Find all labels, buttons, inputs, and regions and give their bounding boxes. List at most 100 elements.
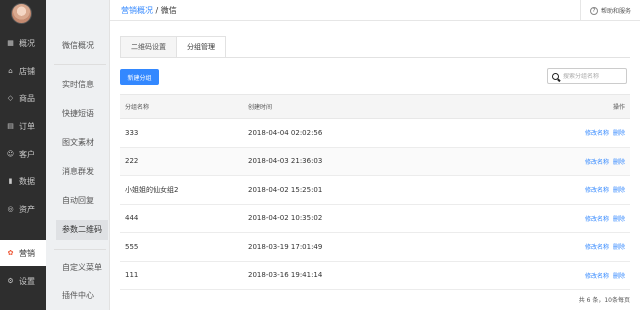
table-row: 222 2018-04-03 21:36:03 修改名称 删除: [120, 147, 630, 176]
edit-name-link[interactable]: 修改名称: [585, 187, 609, 194]
row-actions: 修改名称 删除: [530, 157, 630, 166]
table-row: 444 2018-04-02 10:35:02 修改名称 删除: [120, 205, 630, 233]
sidebar-item-data[interactable]: ▮ 数据: [0, 168, 46, 194]
table-header: 分组名称 创建时间 操作: [120, 94, 630, 119]
table-row: 小姐姐的仙女组2 2018-04-02 15:25:01 修改名称 删除: [120, 176, 630, 205]
search-box: [547, 68, 627, 84]
delete-link[interactable]: 删除: [613, 216, 625, 223]
group-name: 555: [125, 242, 139, 251]
created-time: 2018-04-03 21:36:03: [248, 157, 323, 166]
breadcrumb: 营销概况 / 微信: [121, 5, 177, 16]
help-label: 帮助和服务: [600, 8, 631, 15]
search-input[interactable]: [563, 72, 625, 80]
edit-name-link[interactable]: 修改名称: [585, 244, 609, 251]
new-group-button[interactable]: 新建分组: [120, 69, 159, 85]
sidebar-item-overview[interactable]: ▦ 概况: [0, 30, 46, 56]
group-name: 小姐姐的仙女组2: [125, 185, 179, 194]
group-name: 333: [125, 128, 139, 137]
table-row: 555 2018-03-19 17:01:49 修改名称 删除: [120, 233, 630, 262]
sidebar-item-label: 订单: [19, 121, 35, 131]
group-name: 222: [125, 157, 139, 166]
main-panel: 二维码设置 分组管理 新建分组 分组名称 创建时间 操作 333 2018-04…: [110, 21, 640, 310]
help-button[interactable]: ? 帮助和服务: [580, 0, 640, 21]
tab-qrcode-settings[interactable]: 二维码设置: [120, 36, 177, 58]
delete-link[interactable]: 删除: [613, 273, 625, 280]
sidebar-item-label: 客户: [19, 149, 35, 159]
marketing-icon: ✿: [7, 249, 14, 257]
chart-icon: ▮: [8, 177, 13, 185]
sidebar-item-settings[interactable]: ⚙ 设置: [0, 268, 46, 294]
subnav-divider: [54, 64, 106, 65]
group-name: 444: [125, 214, 139, 223]
edit-name-link[interactable]: 修改名称: [585, 159, 609, 166]
sidebar-item-store[interactable]: ⌂ 店铺: [0, 58, 46, 84]
tab-bar: 二维码设置 分组管理: [120, 36, 226, 58]
edit-name-link[interactable]: 修改名称: [585, 130, 609, 137]
breadcrumb-separator: /: [155, 6, 159, 15]
order-icon: ▤: [7, 122, 14, 130]
avatar[interactable]: [11, 3, 32, 24]
delete-link[interactable]: 删除: [613, 159, 625, 166]
pagination-info: 共 6 条，10条每页: [578, 297, 630, 304]
created-time: 2018-03-19 17:01:49: [248, 242, 323, 251]
asset-icon: ◎: [7, 205, 14, 213]
created-time: 2018-04-02 10:35:02: [248, 214, 323, 223]
subnav-item-auto-reply[interactable]: 自动回复: [56, 191, 108, 211]
dashboard-icon: ▦: [7, 39, 14, 47]
row-actions: 修改名称 删除: [530, 214, 630, 223]
table-row: 111 2018-03-16 19:41:14 修改名称 删除: [120, 262, 630, 290]
subnav-item-quick-phrases[interactable]: 快捷短语: [56, 104, 108, 124]
help-icon: ?: [589, 6, 598, 15]
group-name: 111: [125, 271, 139, 280]
sidebar-item-label: 设置: [19, 276, 35, 286]
settings-icon: ⚙: [7, 277, 14, 285]
created-time: 2018-03-16 19:41:14: [248, 271, 323, 280]
sidebar-item-assets[interactable]: ◎ 资产: [0, 196, 46, 222]
sidebar-item-label: 店铺: [19, 66, 35, 76]
sidebar-item-label: 资产: [19, 204, 35, 214]
tag-icon: ◇: [7, 94, 14, 102]
row-actions: 修改名称 删除: [530, 271, 630, 280]
sidebar-item-label: 概况: [19, 38, 35, 48]
subnav-item-broadcast[interactable]: 消息群发: [56, 162, 108, 182]
tab-group-management[interactable]: 分组管理: [176, 36, 226, 58]
delete-link[interactable]: 删除: [613, 130, 625, 137]
row-actions: 修改名称 删除: [530, 185, 630, 194]
column-header-actions: 操作: [612, 104, 625, 111]
sidebar-item-label: 营销: [19, 248, 35, 258]
table-row: 333 2018-04-04 02:02:56 修改名称 删除: [120, 119, 630, 148]
breadcrumb-current: 微信: [160, 6, 177, 15]
secondary-nav: 微信概况 实时信息 快捷短语 图文素材 消息群发 自动回复 参数二维码 自定义菜…: [46, 0, 110, 310]
sidebar-item-label: 商品: [19, 93, 35, 103]
edit-name-link[interactable]: 修改名称: [585, 216, 609, 223]
created-time: 2018-04-02 15:25:01: [248, 185, 323, 194]
delete-link[interactable]: 删除: [613, 244, 625, 251]
main-sidebar: ▦ 概况 ⌂ 店铺 ◇ 商品 ▤ 订单 ☺ 客户 ▮ 数据 ◎ 资产 ✿ 营销 …: [0, 0, 46, 310]
subnav-item-realtime[interactable]: 实时信息: [56, 75, 108, 95]
row-actions: 修改名称 删除: [530, 128, 630, 137]
user-icon: ☺: [6, 150, 15, 158]
edit-name-link[interactable]: 修改名称: [585, 273, 609, 280]
subnav-item-articles[interactable]: 图文素材: [56, 133, 108, 153]
sidebar-item-orders[interactable]: ▤ 订单: [0, 113, 46, 139]
column-header-name: 分组名称: [125, 104, 150, 111]
top-header: 营销概况 / 微信 ? 帮助和服务: [110, 0, 640, 21]
store-icon: ⌂: [8, 67, 13, 75]
subnav-item-custom-menu[interactable]: 自定义菜单: [56, 258, 108, 278]
subnav-item-plugins[interactable]: 插件中心: [56, 286, 108, 306]
sidebar-item-label: 数据: [19, 176, 35, 186]
group-table: 分组名称 创建时间 操作 333 2018-04-04 02:02:56 修改名…: [120, 94, 630, 290]
subnav-item-overview[interactable]: 微信概况: [56, 36, 108, 56]
tab-divider: [120, 57, 630, 58]
column-header-time: 创建时间: [248, 104, 273, 111]
subnav-divider: [54, 249, 106, 250]
sidebar-item-customers[interactable]: ☺ 客户: [0, 141, 46, 167]
breadcrumb-link-marketing[interactable]: 营销概况: [121, 6, 153, 15]
sidebar-item-marketing[interactable]: ✿ 营销: [0, 240, 46, 266]
search-icon: [552, 72, 559, 80]
created-time: 2018-04-04 02:02:56: [248, 128, 323, 137]
sidebar-item-products[interactable]: ◇ 商品: [0, 85, 46, 111]
subnav-item-qrcode[interactable]: 参数二维码: [56, 220, 108, 240]
delete-link[interactable]: 删除: [613, 187, 625, 194]
row-actions: 修改名称 删除: [530, 242, 630, 251]
